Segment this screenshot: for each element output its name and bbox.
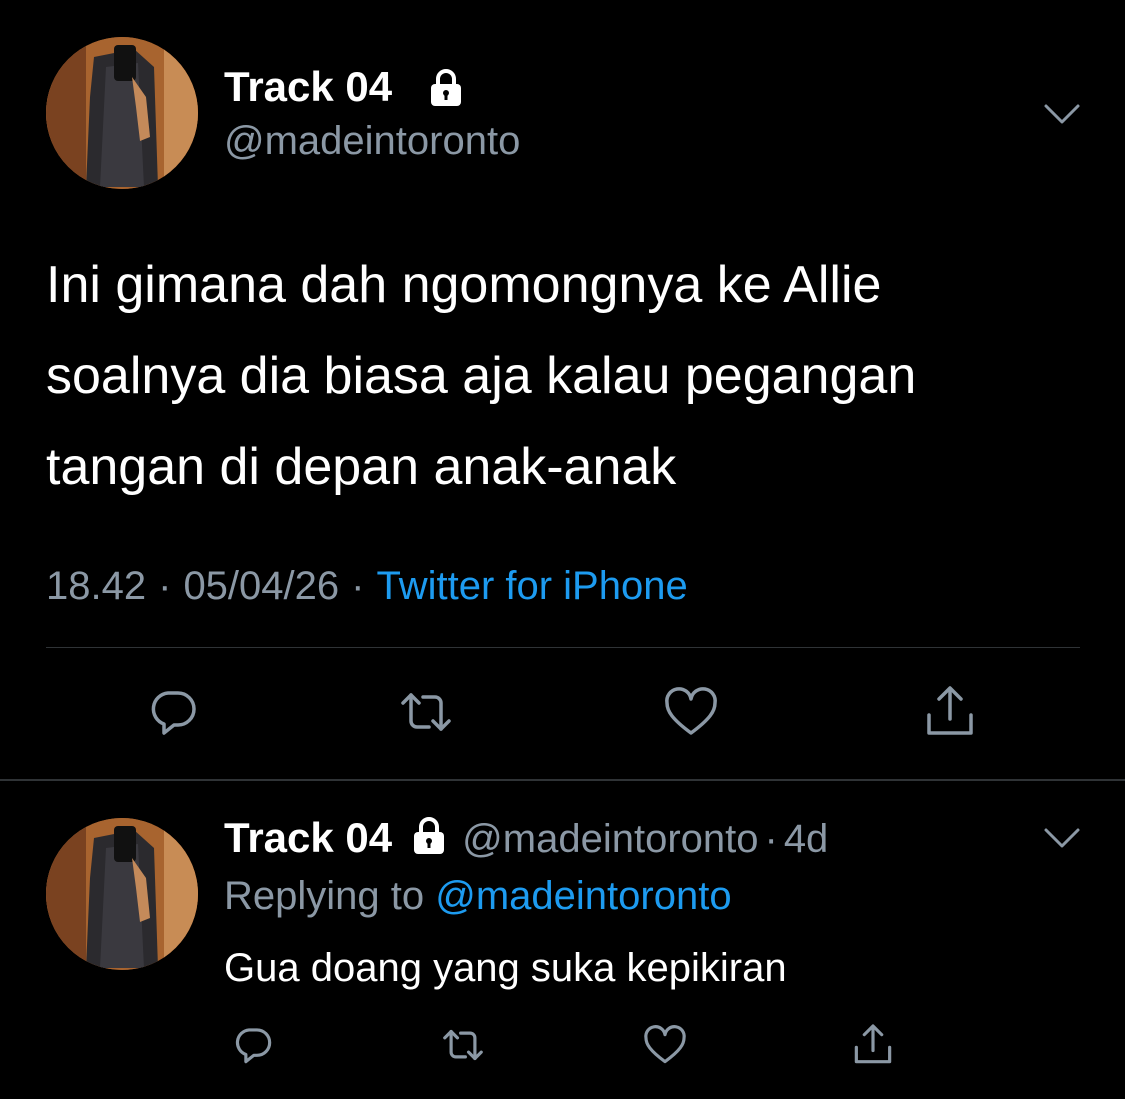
lock-icon — [408, 814, 450, 856]
meta-separator: · — [158, 564, 172, 608]
reply-time-ago[interactable]: 4d — [784, 817, 829, 861]
reply-like-button[interactable] — [642, 1022, 688, 1073]
tweet-source-link[interactable]: Twitter for iPhone — [376, 564, 687, 608]
reply-header: Track 04 @madeintoronto · 4d — [224, 812, 828, 865]
chevron-down-icon[interactable] — [1042, 818, 1082, 863]
reply-icon — [235, 1028, 272, 1064]
heart-icon — [644, 1025, 686, 1064]
reply-author-handle[interactable]: @madeintoronto — [462, 817, 758, 861]
replying-to-label: Replying to — [224, 874, 425, 918]
heart-icon — [665, 687, 717, 735]
reply-reply-button[interactable] — [230, 1022, 276, 1073]
share-button[interactable] — [921, 683, 979, 746]
reply-icon — [151, 691, 196, 735]
tweet-text: Ini gimana dah ngomongnya ke Allie soaln… — [46, 256, 917, 496]
chevron-down-icon[interactable] — [1042, 94, 1082, 139]
share-icon — [854, 1024, 892, 1064]
meta-separator: · — [351, 564, 365, 608]
tweet-date: 05/04/26 — [183, 564, 340, 608]
header-separator: · — [764, 817, 778, 861]
retweet-button[interactable] — [397, 683, 455, 746]
author-avatar[interactable] — [46, 37, 198, 189]
tweet-time: 18.42 — [46, 564, 147, 608]
replying-to-mention[interactable]: @madeintoronto — [435, 874, 731, 918]
author-display-name[interactable]: Track 04 — [224, 62, 392, 112]
reply-button[interactable] — [144, 683, 202, 746]
section-divider — [0, 779, 1125, 781]
reply-author-avatar[interactable] — [46, 818, 198, 970]
like-button[interactable] — [662, 683, 720, 746]
divider — [46, 647, 1080, 648]
reply-author-display-name[interactable]: Track 04 — [224, 812, 392, 864]
reply-retweet-button[interactable] — [440, 1022, 486, 1073]
share-icon — [927, 686, 973, 735]
reply-text: Gua doang yang suka kepikiran — [224, 946, 787, 990]
replying-to-line: Replying to @madeintoronto — [224, 872, 732, 920]
retweet-icon — [443, 1029, 483, 1061]
reply-share-button[interactable] — [850, 1022, 896, 1073]
author-handle[interactable]: @madeintoronto — [224, 118, 520, 164]
retweet-icon — [401, 693, 451, 731]
lock-icon — [425, 66, 467, 108]
tweet-meta: 18.42 · 05/04/26 · Twitter for iPhone — [46, 562, 688, 610]
